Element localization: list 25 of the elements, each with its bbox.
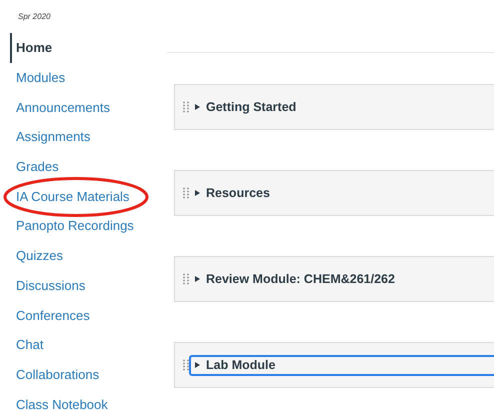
expand-triangle-icon [195,190,200,196]
drag-handle-icon[interactable] [183,101,189,113]
nav-link[interactable]: Chat [10,330,44,360]
expand-triangle-icon [195,362,200,368]
nav-link[interactable]: Collaborations [10,360,100,390]
nav-link[interactable]: Home [10,33,52,63]
nav-link[interactable]: Grades [10,152,59,182]
nav-link[interactable]: Discussions [10,270,86,300]
drag-handle-icon[interactable] [183,273,189,285]
drag-handle-icon[interactable] [183,359,189,371]
nav-link[interactable]: Announcements [10,92,110,122]
module-header[interactable]: Review Module: CHEM&261/262 [189,268,494,290]
nav-link[interactable]: Class Notebook [10,389,108,410]
nav-link[interactable]: Modules [10,62,66,92]
drag-handle-icon[interactable] [183,187,189,199]
module-header[interactable]: Resources [189,182,494,204]
module-header[interactable]: Lab Module [189,354,494,376]
expand-triangle-icon [195,104,200,110]
module-header[interactable]: Getting Started [189,96,494,118]
nav-link[interactable]: Panopto Recordings [10,211,134,241]
expand-triangle-icon [195,276,200,282]
nav-link[interactable]: Quizzes [10,240,63,270]
nav-link[interactable]: Assignments [10,122,90,152]
term-label: Spr 2020 [18,12,52,23]
nav-link[interactable]: Conferences [10,300,90,330]
